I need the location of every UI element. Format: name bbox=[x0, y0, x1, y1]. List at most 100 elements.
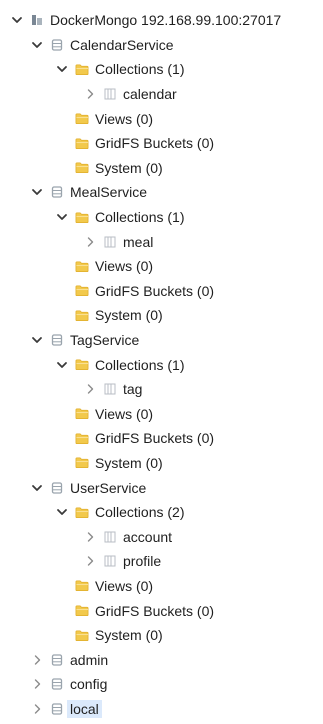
chevron-right-icon[interactable] bbox=[30, 702, 44, 716]
connection-label: DockerMongo 192.168.99.100:27017 bbox=[50, 12, 282, 29]
chevron-down-icon[interactable] bbox=[30, 38, 44, 52]
tree-node-database-userservice[interactable]: UserService bbox=[0, 475, 323, 500]
folder-label: Collections (1) bbox=[95, 356, 185, 373]
folder-icon bbox=[75, 112, 89, 126]
folder-label: System (0) bbox=[95, 627, 163, 644]
tree-node-views-folder[interactable]: Views (0) bbox=[0, 106, 323, 131]
database-label: TagService bbox=[70, 332, 140, 349]
tree-node-collection-meal[interactable]: meal bbox=[0, 229, 323, 254]
folder-icon bbox=[75, 259, 89, 273]
tree-node-gridfs-folder[interactable]: GridFS Buckets (0) bbox=[0, 279, 323, 304]
database-label: local bbox=[67, 699, 102, 718]
tree-node-collections-folder[interactable]: Collections (1) bbox=[0, 205, 323, 230]
folder-label: Collections (1) bbox=[95, 209, 185, 226]
chevron-down-icon[interactable] bbox=[55, 358, 69, 372]
connection-tree: DockerMongo 192.168.99.100:27017 Calendar… bbox=[0, 0, 323, 724]
tree-node-database-local[interactable]: local bbox=[0, 697, 323, 722]
folder-icon bbox=[75, 431, 89, 445]
folder-icon bbox=[75, 407, 89, 421]
chevron-down-icon[interactable] bbox=[30, 185, 44, 199]
tree-node-system-folder[interactable]: System (0) bbox=[0, 156, 323, 181]
collection-label: tag bbox=[123, 381, 143, 398]
tree-node-collection-tag[interactable]: tag bbox=[0, 377, 323, 402]
tree-node-system-folder[interactable]: System (0) bbox=[0, 303, 323, 328]
folder-label: GridFS Buckets (0) bbox=[95, 602, 215, 619]
folder-label: GridFS Buckets (0) bbox=[95, 135, 215, 152]
chevron-down-icon[interactable] bbox=[55, 62, 69, 76]
collection-icon bbox=[103, 235, 117, 249]
tree-node-database-config[interactable]: config bbox=[0, 672, 323, 697]
tree-node-database-tagservice[interactable]: TagService bbox=[0, 328, 323, 353]
database-icon bbox=[50, 333, 64, 347]
chevron-down-icon[interactable] bbox=[10, 13, 24, 27]
tree-node-system-folder[interactable]: System (0) bbox=[0, 623, 323, 648]
tree-node-database-admin[interactable]: admin bbox=[0, 647, 323, 672]
collection-icon bbox=[103, 530, 117, 544]
database-icon bbox=[50, 185, 64, 199]
folder-icon bbox=[75, 284, 89, 298]
folder-label: System (0) bbox=[95, 307, 163, 324]
database-label: CalendarService bbox=[70, 36, 174, 53]
server-icon bbox=[30, 13, 44, 27]
chevron-right-icon[interactable] bbox=[83, 554, 97, 568]
folder-icon bbox=[75, 210, 89, 224]
collection-icon bbox=[103, 382, 117, 396]
collection-label: calendar bbox=[123, 86, 177, 103]
folder-icon bbox=[75, 62, 89, 76]
chevron-right-icon[interactable] bbox=[30, 653, 44, 667]
folder-icon bbox=[75, 579, 89, 593]
folder-label: GridFS Buckets (0) bbox=[95, 430, 215, 447]
folder-icon bbox=[75, 136, 89, 150]
tree-node-connection[interactable]: DockerMongo 192.168.99.100:27017 bbox=[0, 8, 323, 33]
folder-icon bbox=[75, 628, 89, 642]
tree-node-views-folder[interactable]: Views (0) bbox=[0, 254, 323, 279]
tree-node-gridfs-folder[interactable]: GridFS Buckets (0) bbox=[0, 426, 323, 451]
tree-node-system-folder[interactable]: System (0) bbox=[0, 451, 323, 476]
tree-node-database-calendarservice[interactable]: CalendarService bbox=[0, 33, 323, 58]
folder-label: Collections (2) bbox=[95, 504, 185, 521]
tree-node-collection-account[interactable]: account bbox=[0, 524, 323, 549]
folder-icon bbox=[75, 161, 89, 175]
tree-node-collections-folder[interactable]: Collections (1) bbox=[0, 57, 323, 82]
tree-node-collections-folder[interactable]: Collections (2) bbox=[0, 500, 323, 525]
folder-icon bbox=[75, 308, 89, 322]
database-label: config bbox=[70, 676, 108, 693]
folder-label: Views (0) bbox=[95, 577, 154, 594]
tree-node-collection-calendar[interactable]: calendar bbox=[0, 82, 323, 107]
tree-node-gridfs-folder[interactable]: GridFS Buckets (0) bbox=[0, 598, 323, 623]
folder-label: Views (0) bbox=[95, 110, 154, 127]
collection-icon bbox=[103, 554, 117, 568]
database-icon bbox=[50, 677, 64, 691]
chevron-down-icon[interactable] bbox=[30, 481, 44, 495]
tree-node-views-folder[interactable]: Views (0) bbox=[0, 402, 323, 427]
chevron-right-icon[interactable] bbox=[83, 235, 97, 249]
folder-label: Views (0) bbox=[95, 405, 154, 422]
database-icon bbox=[50, 653, 64, 667]
tree-node-collections-folder[interactable]: Collections (1) bbox=[0, 352, 323, 377]
chevron-right-icon[interactable] bbox=[83, 87, 97, 101]
database-icon bbox=[50, 702, 64, 716]
chevron-right-icon[interactable] bbox=[83, 382, 97, 396]
collection-label: meal bbox=[123, 233, 154, 250]
folder-icon bbox=[75, 505, 89, 519]
folder-label: Collections (1) bbox=[95, 61, 185, 78]
tree-node-views-folder[interactable]: Views (0) bbox=[0, 574, 323, 599]
chevron-down-icon[interactable] bbox=[30, 333, 44, 347]
folder-icon bbox=[75, 604, 89, 618]
tree-node-database-mealservice[interactable]: MealService bbox=[0, 180, 323, 205]
chevron-down-icon[interactable] bbox=[55, 210, 69, 224]
chevron-right-icon[interactable] bbox=[83, 530, 97, 544]
database-label: UserService bbox=[70, 479, 147, 496]
database-icon bbox=[50, 481, 64, 495]
collection-icon bbox=[103, 87, 117, 101]
chevron-down-icon[interactable] bbox=[55, 505, 69, 519]
chevron-right-icon[interactable] bbox=[30, 677, 44, 691]
folder-icon bbox=[75, 358, 89, 372]
folder-icon bbox=[75, 456, 89, 470]
collection-label: account bbox=[123, 528, 173, 545]
tree-node-gridfs-folder[interactable]: GridFS Buckets (0) bbox=[0, 131, 323, 156]
folder-label: System (0) bbox=[95, 159, 163, 176]
collection-label: profile bbox=[123, 553, 162, 570]
tree-node-collection-profile[interactable]: profile bbox=[0, 549, 323, 574]
database-label: MealService bbox=[70, 184, 148, 201]
